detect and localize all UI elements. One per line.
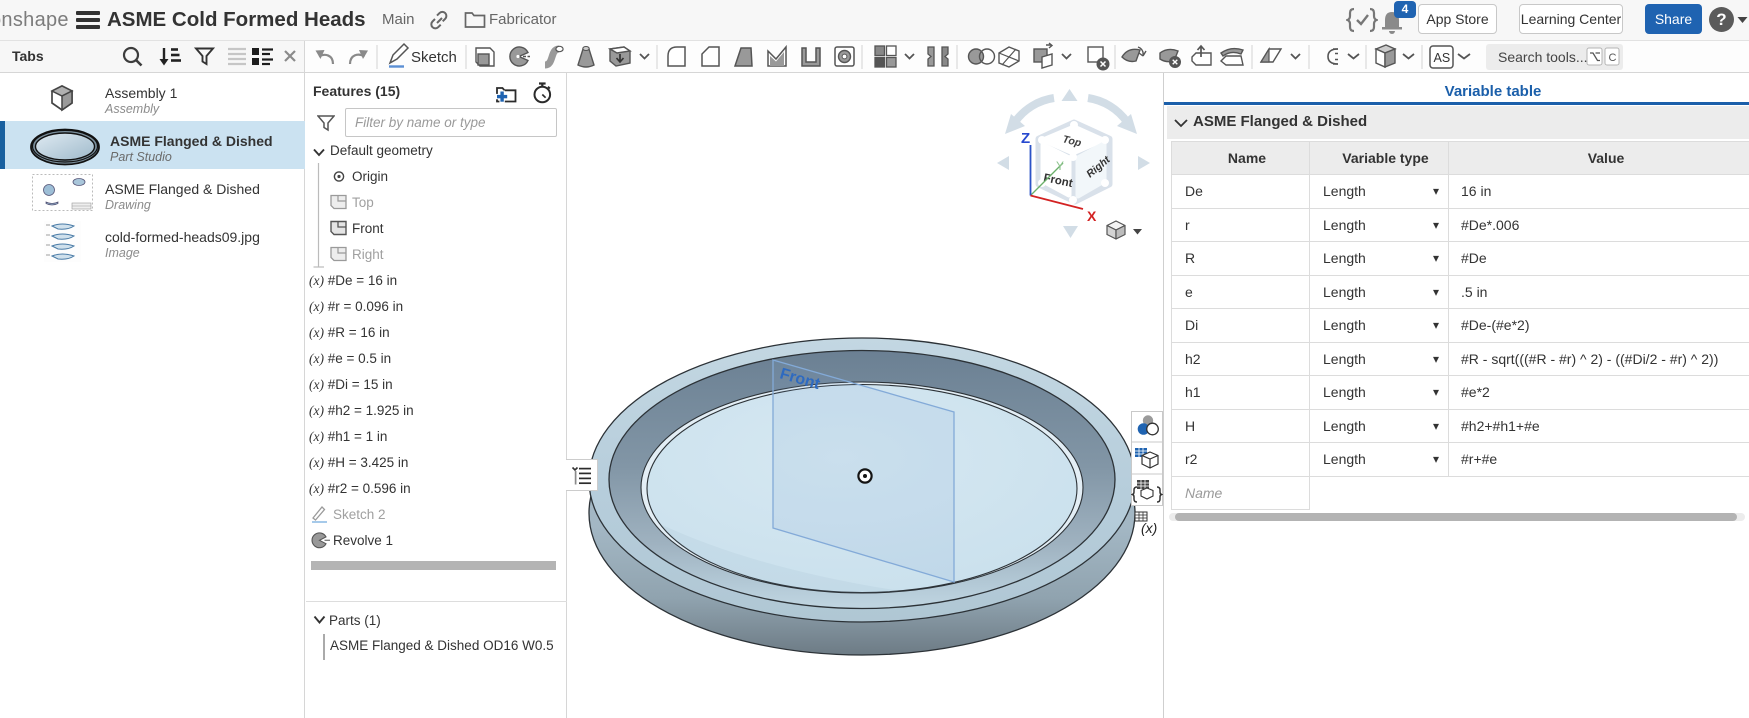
svg-text:X: X <box>1087 208 1097 224</box>
svg-text:C: C <box>1609 52 1617 64</box>
svg-text:Y: Y <box>1056 159 1064 173</box>
svg-text:Sketch: Sketch <box>411 49 457 66</box>
svg-text:Search tools...: Search tools... <box>1498 49 1588 65</box>
svg-text:(x): (x) <box>1141 520 1157 536</box>
svg-text:AS: AS <box>1434 51 1451 65</box>
svg-text:Z: Z <box>1021 130 1030 147</box>
